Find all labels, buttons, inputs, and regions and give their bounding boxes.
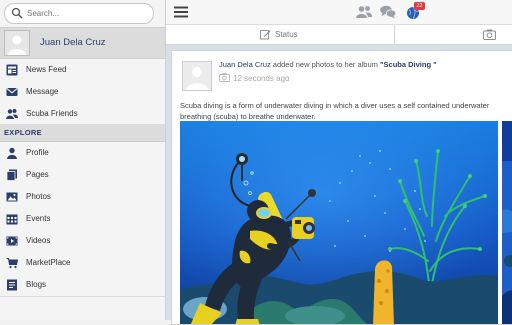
sidebar-item-pages[interactable]: Pages [0,164,165,187]
sidebar-item-label: Scuba Friends [26,109,78,118]
sidebar-item-scuba-friends[interactable]: Scuba Friends [0,103,165,126]
tab-status[interactable]: Status [166,25,395,44]
sidebar-item-news-feed[interactable]: News Feed [0,59,165,82]
tab-label: Status [275,30,298,39]
section-label: EXPLORE [4,128,42,137]
search-box[interactable] [4,3,154,24]
post-photo-scuba-diver[interactable] [180,121,498,324]
section-header-explore: EXPLORE [0,124,165,142]
sidebar-item-photos[interactable]: Photos [0,186,165,209]
post-header: Juan Dela Cruz added new photos to her a… [219,60,437,69]
sidebar-item-label: Message [26,87,59,96]
sidebar-item-label: MarketPlace [26,258,71,267]
search-icon [11,7,23,19]
friends-icon [6,109,18,119]
post-album-link[interactable]: "Scuba Diving " [380,60,437,69]
sidebar-item-blogs[interactable]: Blogs [0,274,165,297]
post-photo-secondary[interactable] [502,121,512,324]
profile-icon [7,147,17,159]
sidebar-item-marketplace[interactable]: MarketPlace [0,252,165,275]
post-time-text: 12 seconds ago [233,74,290,83]
news-feed: Juan Dela Cruz added new photos to her a… [166,45,512,325]
notification-badge: 22 [414,2,425,10]
camera-icon [483,29,496,40]
sidebar-item-label: Videos [26,236,51,245]
edit-icon [260,30,271,40]
avatar [4,30,30,56]
sidebar: Juan Dela Cruz News Feed Message Scuba F… [0,0,166,320]
sidebar-item-label: Pages [26,170,49,179]
sidebar-item-label: Photos [26,192,51,201]
sidebar-item-label: Profile [26,148,49,157]
cart-icon [6,258,18,269]
message-icon [6,88,18,96]
user-name: Juan Dela Cruz [40,37,106,48]
post-card: Juan Dela Cruz added new photos to her a… [171,50,512,325]
post-author-link[interactable]: Juan Dela Cruz [219,60,271,69]
news-feed-icon [6,64,18,76]
photos-icon [6,192,18,202]
sidebar-item-profile[interactable]: Profile [0,142,165,165]
post-timestamp: 12 seconds ago [219,73,290,83]
events-icon [6,214,18,225]
sidebar-item-label: Blogs [26,280,47,289]
sidebar-item-label: News Feed [26,65,67,74]
scuba-diver-image [180,121,498,324]
hamburger-menu-icon[interactable] [174,5,188,19]
blogs-icon [7,279,17,291]
friend-requests-icon[interactable] [356,5,372,19]
post-text: Scuba diving is a form of underwater div… [180,101,490,121]
sidebar-item-events[interactable]: Events [0,208,165,231]
camera-icon [219,73,230,82]
post-avatar[interactable] [182,61,212,91]
videos-icon [6,236,18,246]
user-profile-row[interactable]: Juan Dela Cruz [0,27,165,59]
search-input[interactable] [27,6,145,20]
pages-icon [6,169,17,181]
top-bar: 22 [166,0,512,25]
underwater-thumbnail-image [502,121,512,324]
composer-tabs: Status [166,25,512,45]
user-silhouette-icon [5,31,29,55]
post-action: added new photos to her album [272,60,378,69]
user-silhouette-icon [183,62,211,90]
messages-icon[interactable] [380,5,396,19]
tab-photo[interactable] [395,25,512,44]
sidebar-item-label: Events [26,214,51,223]
sidebar-item-videos[interactable]: Videos [0,230,165,253]
sidebar-item-message[interactable]: Message [0,81,165,104]
